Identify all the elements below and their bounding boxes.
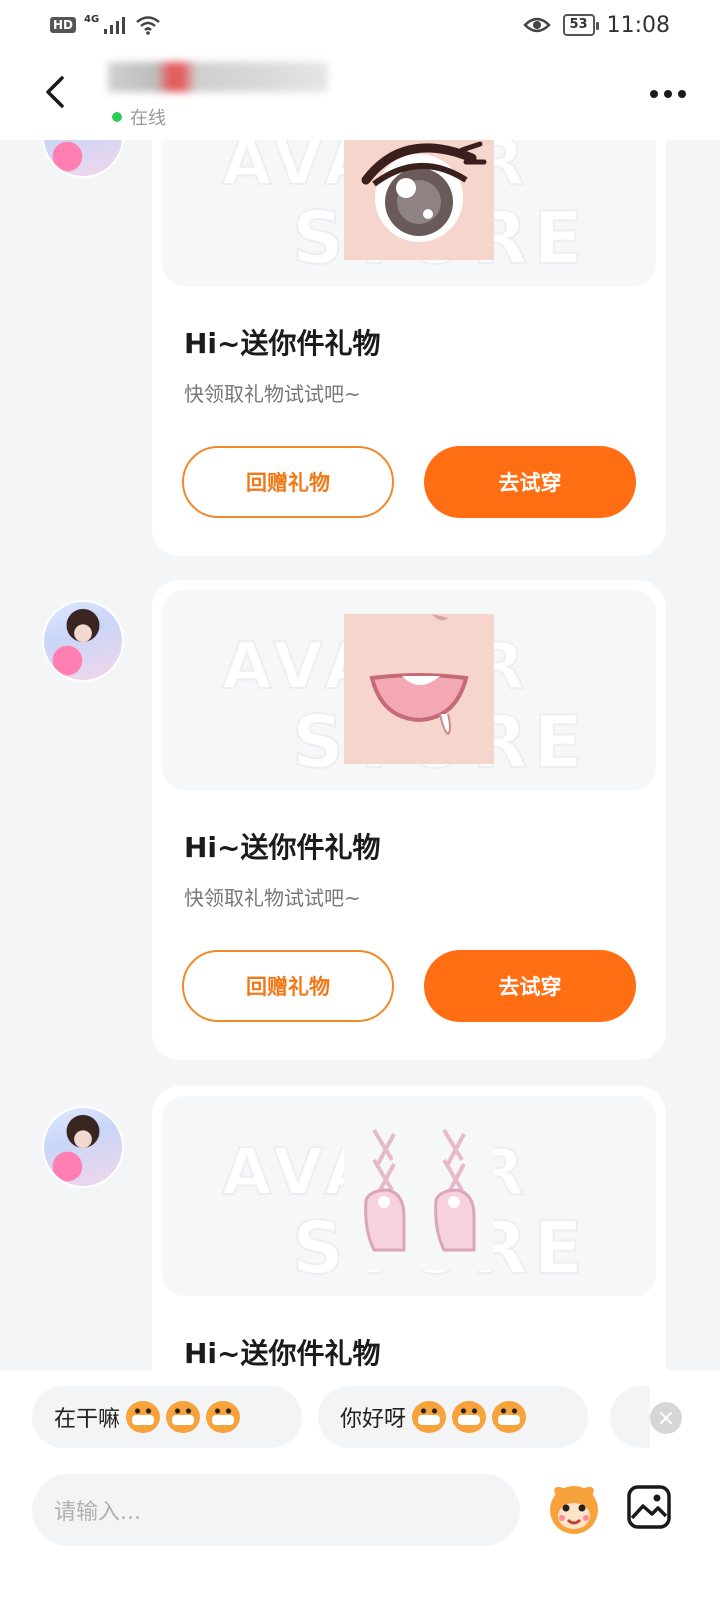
sender-avatar[interactable] — [42, 600, 124, 682]
contact-name-redacted — [108, 60, 336, 94]
card-title: Hi~送你件礼物 — [184, 327, 381, 360]
quick-reply-chip[interactable]: 你好呀 — [318, 1386, 588, 1448]
chat-header: 在线 — [0, 50, 720, 140]
close-quick-replies-icon[interactable]: × — [650, 1402, 682, 1434]
input-placeholder: 请输入... — [54, 1500, 141, 1525]
more-options-icon[interactable] — [650, 80, 690, 108]
gift-preview[interactable]: AVATAR STORE — [162, 590, 656, 790]
monkey-grin-emoji-icon — [206, 1401, 241, 1433]
monkey-smile-emoji-icon — [412, 1401, 447, 1433]
clock: 11:08 — [606, 12, 670, 38]
battery-level: 53 — [562, 14, 599, 36]
message-input[interactable]: 请输入... — [32, 1474, 520, 1546]
gift-card: AVATAR STORE Hi~送你件礼物 快领取礼物试试吧~ 回赠礼物 去试穿 — [152, 580, 666, 1060]
image-picker-icon[interactable] — [626, 1484, 672, 1530]
try-on-button[interactable]: 去试穿 — [424, 950, 636, 1022]
eye-icon — [522, 17, 551, 33]
card-title: Hi~送你件礼物 — [184, 1337, 381, 1370]
shoes-item-image — [344, 1120, 494, 1270]
signal-icon — [104, 17, 126, 34]
hd-icon: HD — [50, 17, 77, 33]
monkey-grin-emoji-icon — [166, 1401, 201, 1433]
online-status: 在线 — [112, 104, 166, 130]
wifi-icon — [136, 16, 160, 35]
gift-card: AVATAR STORE Hi~送你件礼物 — [152, 1086, 666, 1390]
quick-reply-chip[interactable]: 在干嘛 — [32, 1386, 302, 1448]
status-bar: HD 4G 53 11:08 — [0, 0, 720, 50]
network-type: 4G — [84, 13, 100, 25]
card-title: Hi~送你件礼物 — [184, 831, 381, 864]
try-on-button[interactable]: 去试穿 — [424, 446, 636, 518]
monkey-smile-emoji-icon — [452, 1401, 487, 1433]
monkey-grin-emoji-icon — [126, 1401, 161, 1433]
online-dot-icon — [112, 112, 122, 122]
return-gift-button[interactable]: 回赠礼物 — [182, 950, 394, 1022]
monkey-smile-emoji-icon — [492, 1401, 527, 1433]
return-gift-button[interactable]: 回赠礼物 — [182, 446, 394, 518]
gift-preview[interactable]: AVATAR STORE — [162, 1096, 656, 1296]
monkey-sticker-icon[interactable] — [544, 1478, 604, 1538]
input-panel: 在干嘛 你好呀 × 请输入... — [0, 1370, 720, 1600]
quick-reply-text: 你好呀 — [340, 1407, 407, 1432]
card-subtitle: 快领取礼物试试吧~ — [184, 886, 361, 910]
mouth-item-image — [344, 614, 494, 764]
quick-reply-text: 在干嘛 — [54, 1407, 121, 1432]
gift-card: AVATAR STORE Hi~送你件礼物 快领取礼物试试吧~ 回赠礼物 去试穿 — [152, 76, 666, 556]
card-subtitle: 快领取礼物试试吧~ — [184, 382, 361, 406]
back-arrow-icon[interactable] — [38, 72, 74, 112]
quick-reply-chip[interactable] — [610, 1386, 650, 1448]
sender-avatar[interactable] — [42, 1106, 124, 1188]
chat-message-list[interactable]: AVATAR STORE Hi~送你件礼物 快领取礼物试试吧~ 回赠礼物 去试穿… — [0, 0, 720, 1390]
online-status-text: 在线 — [130, 108, 166, 129]
